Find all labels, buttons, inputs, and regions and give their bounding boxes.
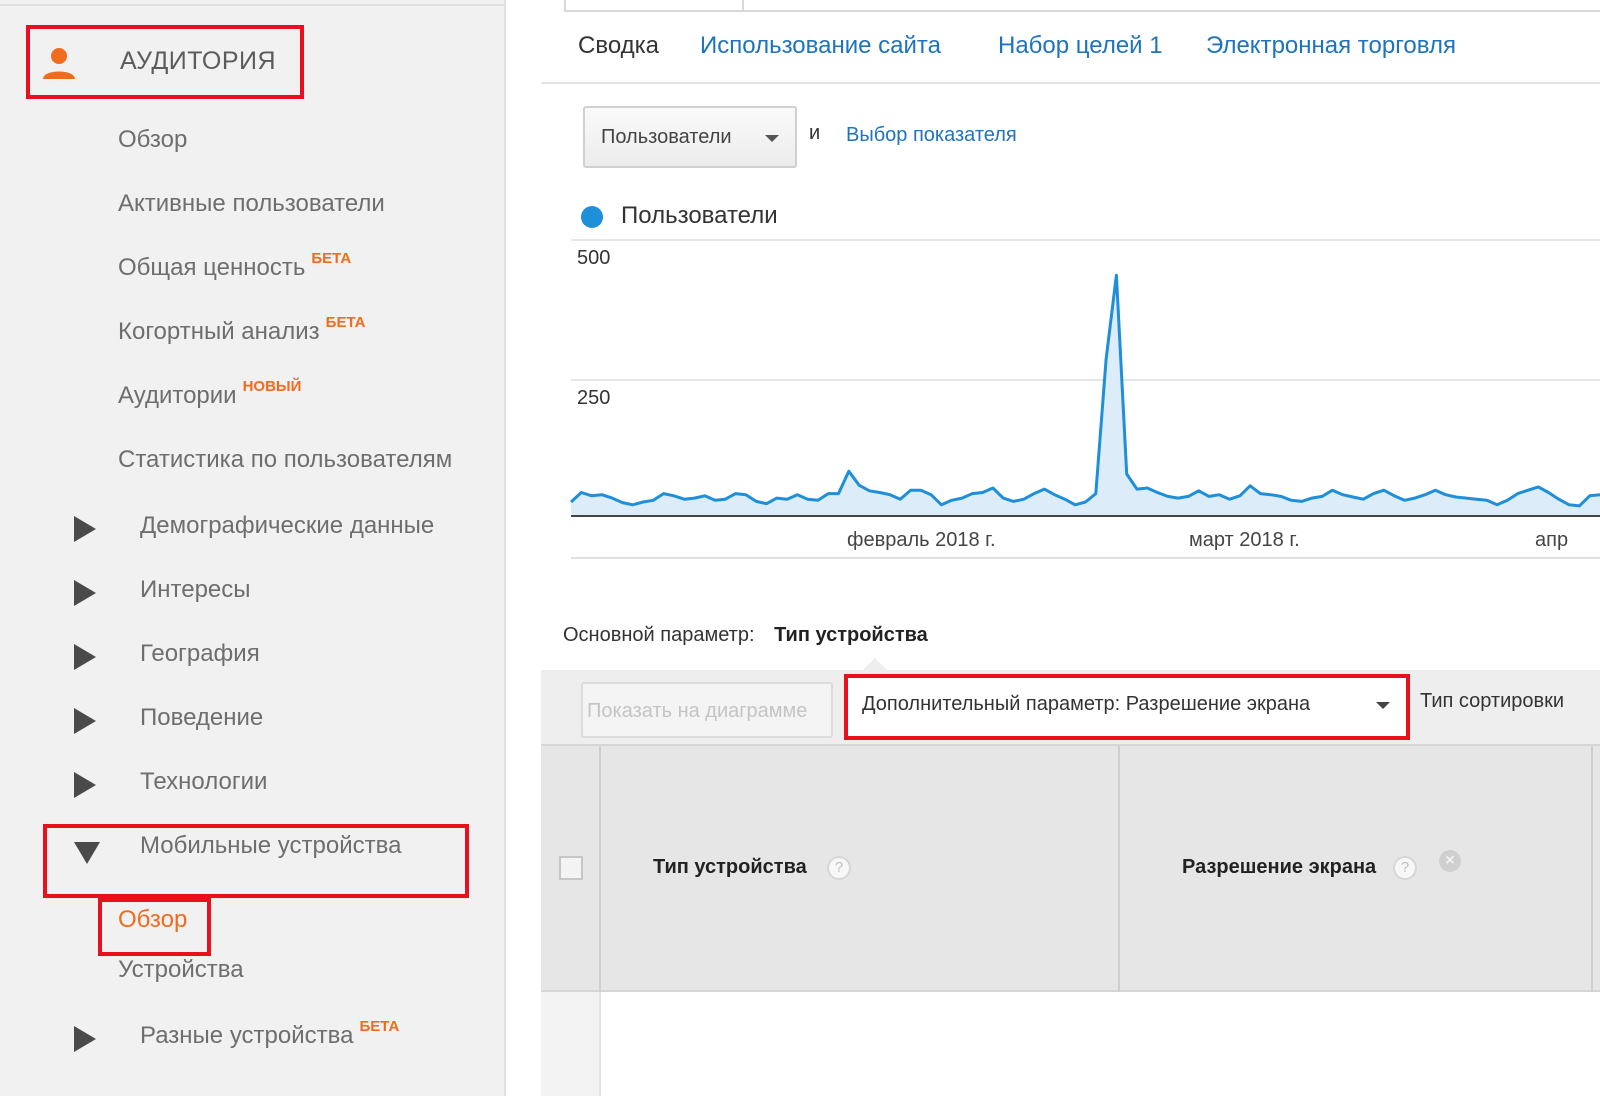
sidebar-item-label: Устройства (118, 956, 244, 983)
sidebar-item-label: Активные пользователи (118, 190, 385, 217)
primary-dimension-label: Основной параметр: (563, 624, 755, 646)
select-all-checkbox[interactable] (559, 856, 583, 880)
table-body (541, 992, 1600, 1096)
series-legend-dot (581, 206, 603, 228)
beta-badge: БЕТА (359, 1018, 400, 1035)
report-main: Сводка Использование сайта Набор целей 1… (541, 0, 1600, 1096)
help-icon[interactable]: ? (1393, 856, 1417, 880)
new-badge: НОВЫЙ (242, 378, 302, 395)
top-tab-shell (564, 0, 744, 12)
expand-arrow-icon (74, 772, 96, 798)
users-line-chart[interactable]: 500 250 февраль 2018 г. март 2018 г. апр (541, 236, 1600, 576)
help-icon[interactable]: ? (827, 856, 851, 880)
audience-section-header[interactable]: АУДИТОРИЯ (26, 25, 304, 99)
column-divider (599, 746, 601, 994)
sidebar-group-label: Мобильные устройства (140, 832, 402, 859)
tab-summary[interactable]: Сводка (578, 32, 659, 60)
metric-select[interactable]: Пользователи (583, 106, 797, 168)
series-legend-label: Пользователи (621, 202, 778, 229)
series-area (571, 275, 1600, 516)
plot-rows-label: Показать на диаграмме (587, 700, 808, 722)
column-divider (1591, 746, 1593, 994)
y-tick-label: 250 (577, 387, 610, 409)
column-divider (599, 992, 601, 1096)
metric-select-value: Пользователи (601, 126, 732, 148)
sidebar-item-active-users[interactable]: Активные пользователи (118, 190, 385, 218)
sidebar-item-label: Статистика по пользователям (118, 446, 453, 473)
sidebar-group-label: Демографические данные (140, 512, 435, 539)
tab-site-usage[interactable]: Использование сайта (700, 32, 941, 60)
primary-dimension-value[interactable]: Тип устройства (774, 624, 928, 646)
column-header-device-type[interactable]: Тип устройства (653, 856, 807, 879)
sidebar-item-label: Общая ценность (118, 254, 306, 281)
expand-arrow-icon (74, 516, 96, 542)
x-tick-label: февраль 2018 г. (847, 529, 996, 551)
sidebar-item-user-explorer[interactable]: Статистика по пользователям (118, 446, 452, 474)
sidebar-item-cohort-analysis[interactable]: Когортный анализ БЕТА (118, 314, 366, 346)
table-header: Тип устройства ? Разрешение экрана ? × (541, 744, 1600, 994)
sidebar-item-label: Аудитории (118, 382, 237, 409)
table-toolbar: Показать на диаграмме Дополнительный пар… (541, 670, 1600, 744)
primary-dimension-row: Основной параметр: Тип устройства (563, 624, 928, 647)
row-checkbox-column (541, 992, 599, 1096)
caret-down-icon (765, 135, 779, 142)
sidebar-item-label: Когортный анализ (118, 318, 320, 345)
sidebar-item-overview[interactable]: Обзор (118, 126, 187, 154)
sidebar-item-label: Обзор (118, 126, 188, 153)
column-header-screen-resolution[interactable]: Разрешение экрана (1182, 856, 1376, 879)
sidebar-group-label: Поведение (140, 704, 264, 731)
collapse-arrow-icon (74, 842, 100, 864)
person-icon (43, 48, 75, 79)
y-tick-label: 500 (577, 247, 610, 269)
audience-section-label: АУДИТОРИЯ (120, 47, 277, 75)
column-divider (1118, 746, 1120, 994)
sidebar: АУДИТОРИЯ Обзор Активные пользователи Об… (0, 0, 506, 1096)
tab-goal-set-1[interactable]: Набор целей 1 (998, 32, 1163, 60)
plot-rows-button[interactable]: Показать на диаграмме (581, 682, 833, 738)
sidebar-item-audiences[interactable]: Аудитории НОВЫЙ (118, 378, 301, 410)
x-tick-label: март 2018 г. (1189, 529, 1300, 551)
tab-ecommerce[interactable]: Электронная торговля (1206, 32, 1456, 60)
sidebar-item-devices[interactable]: Устройства (118, 956, 244, 984)
expand-arrow-icon (74, 1026, 96, 1052)
sidebar-item-lifetime-value[interactable]: Общая ценность БЕТА (118, 250, 351, 282)
sidebar-group-label: Технологии (140, 768, 268, 795)
sidebar-group-label: Интересы (140, 576, 251, 603)
top-divider (744, 10, 1600, 12)
remove-dimension-icon[interactable]: × (1439, 850, 1461, 872)
caret-down-icon (1376, 702, 1390, 709)
expand-arrow-icon (74, 708, 96, 734)
sort-type-select[interactable]: Тип сортировки (1420, 690, 1564, 713)
tabs-divider (541, 82, 1600, 84)
and-label: и (809, 122, 821, 144)
sidebar-top-divider (0, 4, 506, 6)
cross-device-label: Разные устройства (140, 1022, 354, 1049)
expand-arrow-icon (74, 580, 96, 606)
choose-metric-link[interactable]: Выбор показателя (846, 124, 1017, 147)
beta-badge: БЕТА (325, 314, 366, 331)
sidebar-group-label: Разные устройства БЕТА (140, 1018, 399, 1050)
secondary-dimension-label: Дополнительный параметр: Разрешение экра… (862, 693, 1311, 715)
expand-arrow-icon (74, 644, 96, 670)
series-line (569, 273, 1600, 508)
sidebar-group-label: География (140, 640, 260, 667)
x-tick-label: апр (1535, 529, 1568, 551)
dimension-pointer (863, 658, 887, 670)
secondary-dimension-select[interactable]: Дополнительный параметр: Разрешение экра… (844, 674, 1410, 740)
beta-badge: БЕТА (311, 250, 352, 267)
sidebar-item-mobile-overview[interactable]: Обзор (118, 906, 187, 934)
